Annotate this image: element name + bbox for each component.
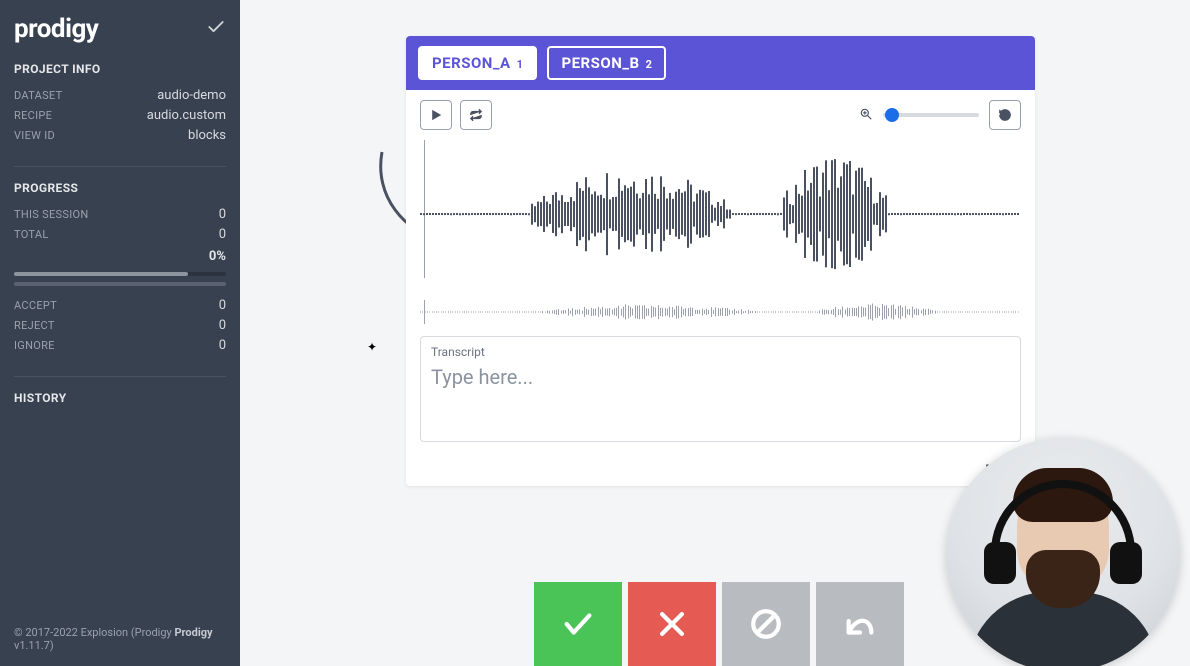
presenter-webcam <box>946 438 1180 666</box>
zoom-slider[interactable] <box>883 113 979 117</box>
file-meta: FILE: v <box>406 456 1035 486</box>
accept-key: ACCEPT <box>14 296 57 316</box>
reject-value: 0 <box>219 316 226 336</box>
waveform-main[interactable] <box>406 134 1035 294</box>
sidebar-footer: © 2017-2022 Explosion (Prodigy Prodigy v… <box>0 616 240 666</box>
progress-bar-secondary <box>14 282 226 286</box>
progress-heading: PROGRESS <box>14 181 226 195</box>
session-value: 0 <box>219 205 226 225</box>
accept-value: 0 <box>219 296 226 316</box>
main-area: ✦ PERSON_A 1 PERSON_B 2 <box>240 0 1190 666</box>
ignore-key: IGNORE <box>14 336 55 356</box>
total-value: 0 <box>219 225 226 245</box>
recipe-value: audio.custom <box>147 106 226 126</box>
ignore-value: 0 <box>219 336 226 356</box>
mouse-cursor-icon: ✦ <box>367 340 377 354</box>
viewid-value: blocks <box>188 126 226 146</box>
footer-version: v1.11.7) <box>14 639 54 652</box>
label-person-a[interactable]: PERSON_A 1 <box>418 46 537 80</box>
transcript-box: Transcript <box>420 336 1021 442</box>
progress-bar <box>14 272 226 276</box>
undo-button[interactable] <box>816 582 904 666</box>
ignore-button[interactable] <box>722 582 810 666</box>
loop-button[interactable] <box>460 100 492 130</box>
brand-logo: prodigy <box>14 14 98 44</box>
reject-button[interactable] <box>628 582 716 666</box>
label-hotkey: 2 <box>646 58 653 71</box>
label-person-b[interactable]: PERSON_B 2 <box>547 46 666 80</box>
audio-toolbar <box>406 90 1035 134</box>
label-text: PERSON_A <box>432 54 511 72</box>
dataset-value: audio-demo <box>157 86 226 106</box>
play-button[interactable] <box>420 100 452 130</box>
reset-zoom-button[interactable] <box>989 100 1021 130</box>
footer-copyright: © 2017-2022 Explosion <box>14 626 128 639</box>
label-hotkey: 1 <box>517 58 524 71</box>
zoom-thumb[interactable] <box>885 108 899 122</box>
transcript-label: Transcript <box>431 345 1010 359</box>
divider <box>14 376 226 377</box>
sidebar: prodigy PROJECT INFO DATASET audio-demo R… <box>0 0 240 666</box>
total-key: TOTAL <box>14 225 49 245</box>
footer-product: (Prodigy <box>131 626 175 639</box>
divider <box>14 166 226 167</box>
progress-percent: 0% <box>14 249 226 264</box>
label-text: PERSON_B <box>561 54 639 72</box>
waveform-overview[interactable] <box>420 300 1021 324</box>
session-key: THIS SESSION <box>14 205 89 225</box>
label-bar: PERSON_A 1 PERSON_B 2 <box>406 36 1035 90</box>
save-check-icon[interactable] <box>206 17 226 41</box>
action-bar <box>534 582 904 666</box>
history-heading: HISTORY <box>14 391 226 405</box>
annotation-card: PERSON_A 1 PERSON_B 2 <box>406 36 1035 486</box>
viewid-key: VIEW ID <box>14 126 55 146</box>
reject-key: REJECT <box>14 316 55 336</box>
accept-button[interactable] <box>534 582 622 666</box>
transcript-input[interactable] <box>431 365 1010 419</box>
recipe-key: RECIPE <box>14 106 52 126</box>
project-info-heading: PROJECT INFO <box>14 62 226 76</box>
zoom-icon <box>859 106 873 125</box>
dataset-key: DATASET <box>14 86 62 106</box>
